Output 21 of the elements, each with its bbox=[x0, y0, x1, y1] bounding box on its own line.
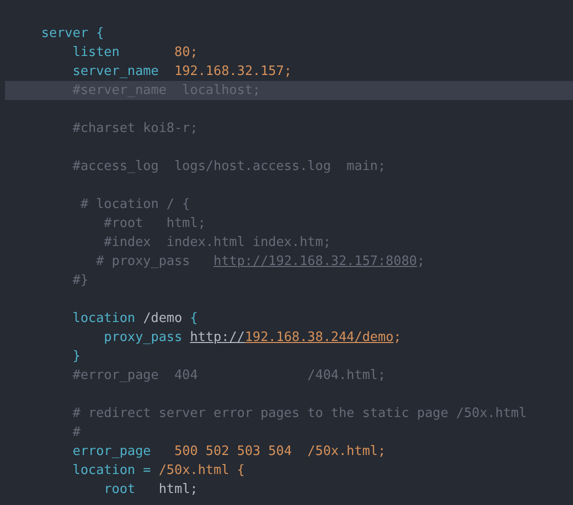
code-line: # bbox=[72, 424, 82, 442]
code-line: #root html; bbox=[102, 215, 207, 233]
code-line: proxy_pass http://192.168.38.244/demo; bbox=[102, 329, 402, 347]
code-line: # location / { bbox=[79, 196, 192, 214]
code-line: listen 80; bbox=[72, 44, 199, 62]
code-line: location = /50x.html { bbox=[72, 462, 246, 480]
code-line: #index index.html index.htm; bbox=[102, 234, 332, 252]
url-link[interactable]: http:// bbox=[190, 330, 245, 345]
code-line: server { bbox=[40, 25, 105, 43]
code-line: server_name 192.168.32.157; bbox=[72, 63, 293, 81]
code-line: #access_log logs/host.access.log main; bbox=[72, 158, 387, 176]
code-line: } bbox=[72, 348, 82, 366]
code-line: #} bbox=[72, 272, 90, 290]
code-line: location /demo { bbox=[72, 310, 199, 328]
code-line: #error_page 404 /404.html; bbox=[72, 367, 387, 385]
code-line: # redirect server error pages to the static page /50x.html bbox=[72, 405, 528, 423]
url-link[interactable]: 192.168.38.244/demo bbox=[244, 330, 394, 345]
code-line: #charset koi8-r; bbox=[72, 120, 199, 138]
code-line: error_page 500 502 503 504 /50x.html; bbox=[72, 443, 387, 461]
code-line: # proxy_pass http://192.168.32.157:8080; bbox=[95, 253, 426, 271]
code-line: root html; bbox=[102, 481, 199, 499]
